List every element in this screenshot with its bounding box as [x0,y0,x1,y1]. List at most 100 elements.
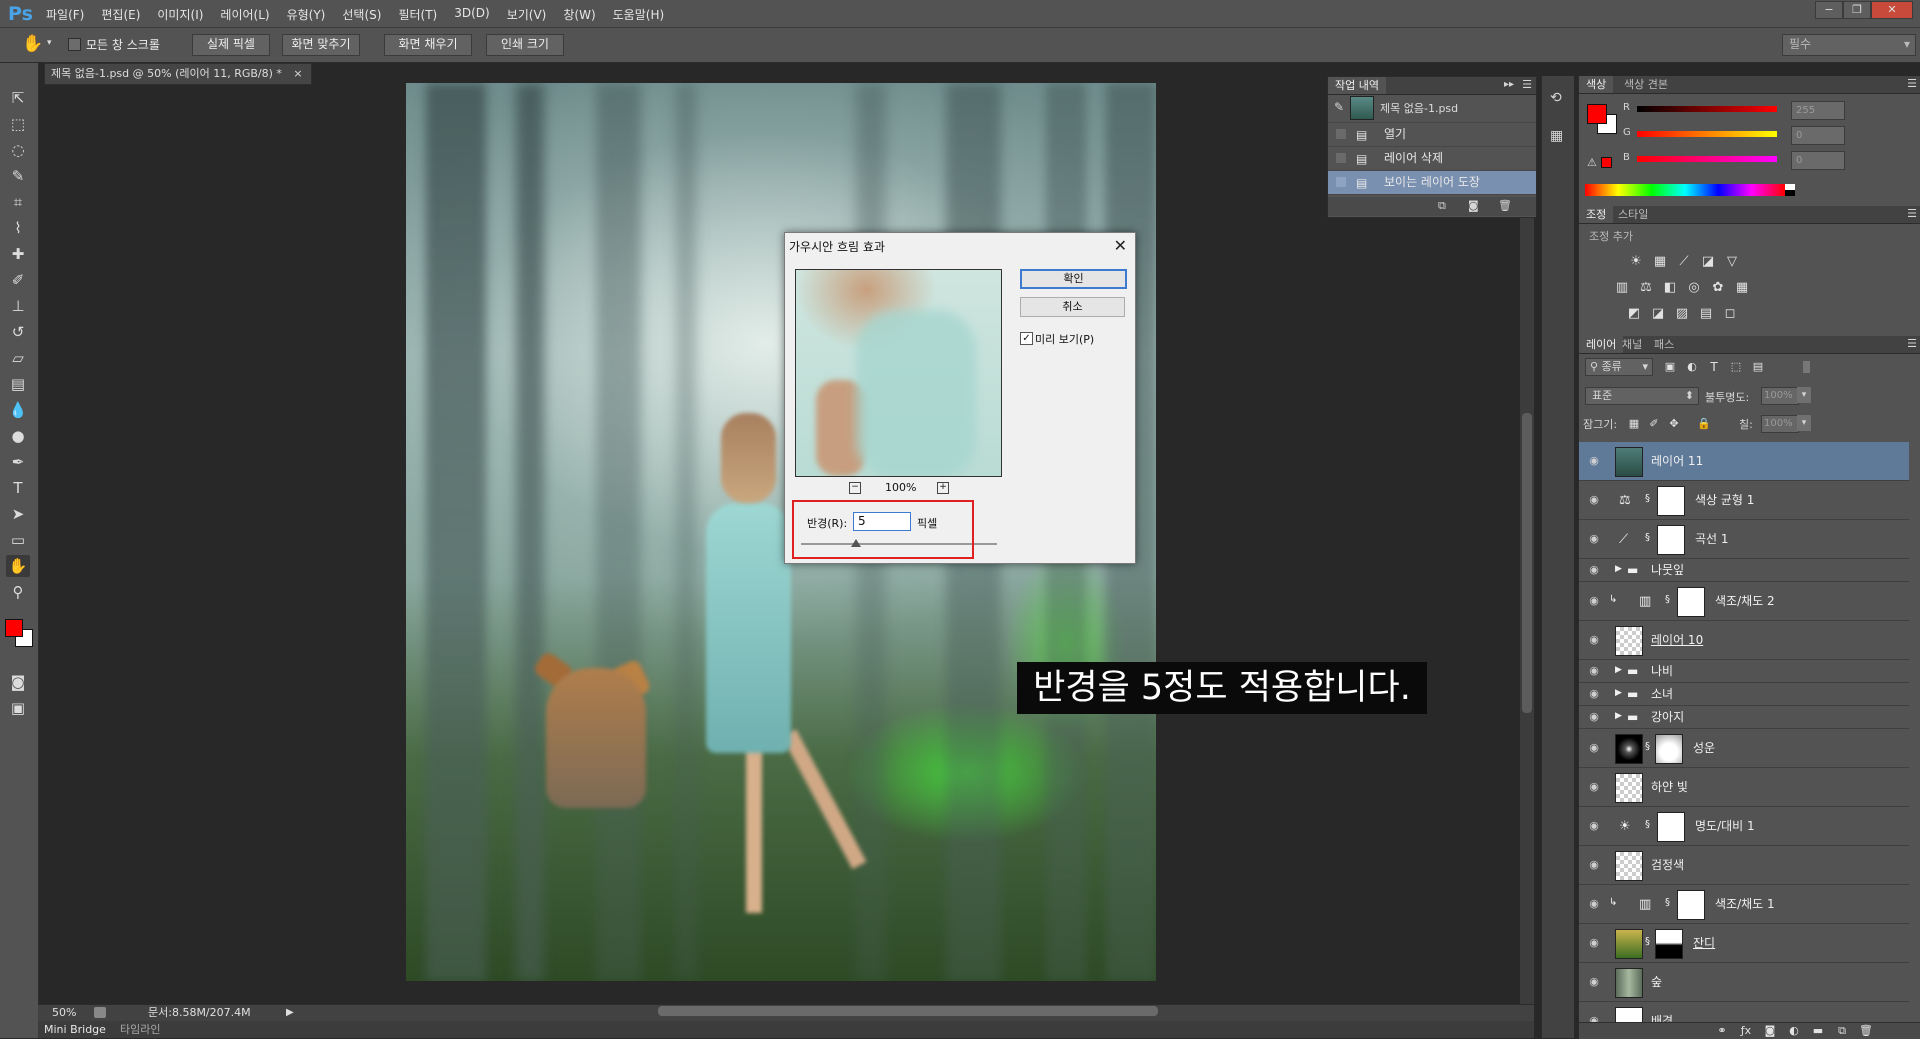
trash-icon[interactable]: 🗑 [1498,199,1512,212]
print-size-button[interactable]: 인쇄 크기 [486,34,564,56]
filter-type-icon[interactable]: T [1705,359,1723,375]
eye-icon[interactable]: ◉ [1587,455,1601,467]
layer-row[interactable]: ◉ § 잔디 [1579,924,1909,963]
menu-view[interactable]: 보기(V) [507,6,547,23]
dodge-tool-icon[interactable]: ● [6,425,30,447]
layer-row[interactable]: ◉ ☀ § 명도/대비 1 [1579,807,1909,846]
expand-arrow-icon[interactable]: ▶ [1615,688,1622,698]
color-balance-icon[interactable]: ⚖ [1637,280,1655,296]
close-tab-icon[interactable]: × [293,67,302,80]
lock-all-icon[interactable]: 🔒 [1695,416,1713,432]
selective-color-icon[interactable]: ◻ [1721,306,1739,322]
rectangle-tool-icon[interactable]: ▭ [6,529,30,551]
layer-filter-select[interactable]: ⚲ 종류 ▾ [1585,358,1653,376]
history-item-selected[interactable]: ▤ 보이는 레이어 도장 [1328,171,1536,195]
close-window-button[interactable]: ✕ [1871,1,1913,19]
expand-arrow-icon[interactable]: ▶ [1615,665,1622,675]
layer-row[interactable]: ◉ 하얀 빛 [1579,768,1909,807]
close-icon[interactable]: ✕ [1114,236,1127,255]
filter-shape-icon[interactable]: ⬚ [1727,359,1745,375]
history-brush-box[interactable] [1336,153,1346,163]
fit-screen-button[interactable]: 화면 맞추기 [282,34,360,56]
channel-g-input[interactable]: 0 [1791,126,1845,145]
menu-edit[interactable]: 편집(E) [101,6,140,23]
zoom-tool-icon[interactable]: ⚲ [6,581,30,603]
eye-icon[interactable]: ◉ [1587,564,1601,576]
menu-file[interactable]: 파일(F) [46,6,84,23]
photo-filter-icon[interactable]: ◎ [1685,280,1703,296]
move-tool-icon[interactable]: ⇱ [6,87,30,109]
path-select-icon[interactable]: ➤ [6,503,30,525]
posterize-icon[interactable]: ◪ [1649,306,1667,322]
tab-history[interactable]: 작업 내역 [1328,77,1386,94]
levels-icon[interactable]: ▦ [1651,254,1669,270]
actual-pixels-button[interactable]: 실제 픽셀 [192,34,270,56]
color-spectrum-ramp[interactable] [1585,184,1785,196]
tab-paths[interactable]: 패스 [1647,336,1681,353]
eye-icon[interactable]: ◉ [1587,595,1601,607]
fill-screen-button[interactable]: 화면 채우기 [384,34,472,56]
layer-row[interactable]: ◉ 레이어 10 [1579,621,1909,660]
camera-icon[interactable]: ◙ [1468,199,1479,212]
eye-icon[interactable]: ◉ [1587,781,1601,793]
minimize-button[interactable]: − [1815,1,1843,19]
menu-3d[interactable]: 3D(D) [454,6,489,23]
blend-mode-select[interactable]: 표준 ⬍ [1585,387,1699,405]
invert-icon[interactable]: ◩ [1625,306,1643,322]
eye-icon[interactable]: ◉ [1587,665,1601,677]
clone-stamp-icon[interactable]: ⊥ [6,295,30,317]
eye-icon[interactable]: ◉ [1587,688,1601,700]
layer-row[interactable]: ◉ ↳ ▥ § 색조/채도 1 [1579,885,1909,924]
curves-icon[interactable]: ⟋ [1675,254,1693,270]
history-brush-box[interactable] [1336,177,1346,187]
blur-tool-icon[interactable]: 💧 [6,399,30,421]
channel-b-slider[interactable] [1637,156,1777,162]
tab-channels[interactable]: 채널 [1615,336,1649,353]
panel-collapse-icon[interactable]: ▸▸ [1504,79,1514,90]
new-group-icon[interactable]: ▬ [1809,1023,1827,1039]
threshold-icon[interactable]: ▨ [1673,306,1691,322]
marquee-tool-icon[interactable]: ⬚ [6,113,30,135]
foreground-color-swatch[interactable] [1587,104,1607,124]
tab-styles[interactable]: 스타일 [1611,206,1655,223]
opacity-chevron-icon[interactable]: ▾ [1797,387,1811,403]
layer-row[interactable]: ◉ 레이어 11 [1579,442,1909,481]
color-lookup-icon[interactable]: ▦ [1733,280,1751,296]
panel-menu-icon[interactable]: ☰ [1907,337,1917,350]
gradient-tool-icon[interactable]: ▤ [6,373,30,395]
eye-icon[interactable]: ◉ [1587,820,1601,832]
link-layers-icon[interactable]: ⚭ [1713,1023,1731,1039]
history-snapshot[interactable]: ✎ 제목 없음-1.psd [1328,94,1536,123]
channel-mixer-icon[interactable]: ✿ [1709,280,1727,296]
lock-position-icon[interactable]: ✥ [1665,416,1683,432]
workspace-select[interactable]: 필수 ▾ [1782,34,1916,56]
eye-icon[interactable]: ◉ [1587,711,1601,723]
channel-g-slider[interactable] [1637,131,1777,137]
hand-tool-icon[interactable]: ✋ [22,34,43,54]
document-tab[interactable]: 제목 없음-1.psd @ 50% (레이어 11, RGB/8) * × [44,63,312,85]
exposure-icon[interactable]: ◪ [1699,254,1717,270]
eye-icon[interactable]: ◉ [1587,937,1601,949]
brush-tool-icon[interactable]: ✐ [6,269,30,291]
history-item[interactable]: ▤ 열기 [1328,123,1536,147]
screen-mode-icon[interactable]: ▣ [6,697,30,719]
panel-menu-icon[interactable]: ☰ [1907,77,1917,90]
channel-r-slider[interactable] [1637,106,1777,112]
layer-row[interactable]: ◉ 검정색 [1579,846,1909,885]
history-brush-box[interactable] [1336,129,1346,139]
layer-group-row[interactable]: ◉ ▶ ▬ 나비 [1579,660,1909,683]
hand-tool-icon[interactable]: ✋ [6,555,30,577]
layer-row[interactable]: ◉ 숲 [1579,963,1909,1002]
menu-select[interactable]: 선택(S) [342,6,381,23]
eyedropper-tool-icon[interactable]: ⌇ [6,217,30,239]
vibrance-icon[interactable]: ▽ [1723,254,1741,270]
gradient-map-icon[interactable]: ▤ [1697,306,1715,322]
blur-preview[interactable] [795,269,1002,477]
layer-row[interactable]: ◉ 배경 [1579,1002,1909,1022]
menu-type[interactable]: 유형(Y) [287,6,326,23]
opacity-input[interactable]: 100% [1761,387,1799,405]
zoom-in-icon[interactable]: + [937,482,949,494]
history-brush-icon[interactable]: ↺ [6,321,30,343]
preview-checkbox[interactable]: ✓ [1020,332,1033,345]
tab-mini-bridge[interactable]: Mini Bridge [44,1021,106,1038]
